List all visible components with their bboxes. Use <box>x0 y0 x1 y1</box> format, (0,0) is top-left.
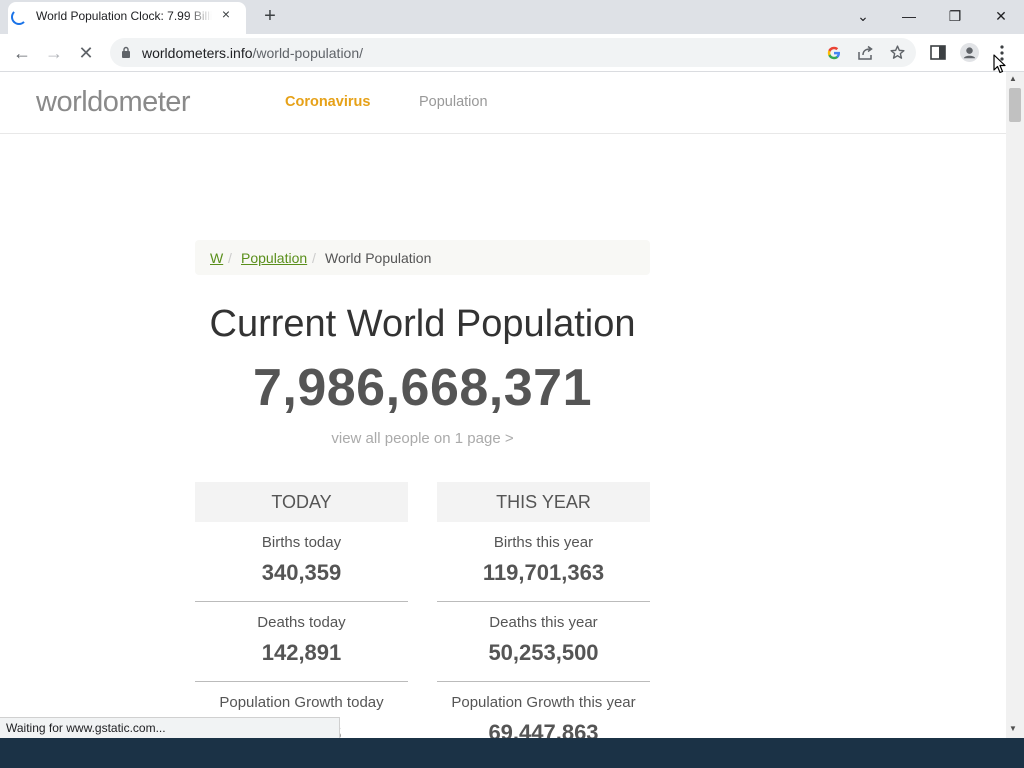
births-today-value: 340,359 <box>261 560 342 585</box>
url-path: /world-population/ <box>252 45 364 61</box>
deaths-this-year-label: Deaths this year <box>489 614 598 631</box>
nav-population-link[interactable]: Population <box>419 94 488 110</box>
forward-button[interactable]: → <box>42 41 66 65</box>
tab-close-icon[interactable]: × <box>218 6 234 22</box>
google-lens-icon[interactable] <box>826 45 842 61</box>
divider <box>195 601 408 602</box>
breadcrumb-population-link[interactable]: Population <box>241 249 307 267</box>
divider <box>437 601 650 602</box>
births-this-year-value: 119,701,363 <box>482 560 605 585</box>
restore-button[interactable]: ❐ <box>932 0 978 32</box>
page-scrollbar[interactable] <box>1006 72 1024 738</box>
this-year-header: THIS YEAR <box>437 482 650 522</box>
scrollbar-thumb[interactable] <box>1009 88 1021 122</box>
scroll-down-arrow-icon[interactable]: ▼ <box>1009 724 1017 733</box>
lock-icon[interactable] <box>121 46 131 58</box>
today-header: TODAY <box>195 482 408 522</box>
births-today-label: Births today <box>261 534 342 551</box>
logo-text-end: meter <box>118 86 191 118</box>
profile-avatar-icon[interactable] <box>960 43 979 62</box>
close-window-button[interactable]: ✕ <box>978 0 1024 32</box>
share-icon[interactable] <box>857 45 874 61</box>
url-host: worldometers.info <box>142 45 253 61</box>
mouse-cursor-icon <box>993 54 1006 74</box>
logo-text-start: worldo <box>36 86 119 118</box>
page-title: Current World Population <box>209 303 636 345</box>
stop-loading-button[interactable]: ✕ <box>74 41 98 65</box>
breadcrumb-home-link[interactable]: W <box>210 249 223 267</box>
breadcrumb-current: World Population <box>325 250 432 266</box>
divider <box>437 681 650 682</box>
deaths-today-label: Deaths today <box>257 614 346 631</box>
deaths-this-year-value: 50,253,500 <box>488 640 599 665</box>
view-all-people-link[interactable]: view all people on 1 page > <box>195 430 650 447</box>
deaths-today-value: 142,891 <box>261 640 342 665</box>
breadcrumb-separator: / <box>312 250 316 266</box>
back-button[interactable]: ← <box>10 41 34 65</box>
minimize-button[interactable]: — <box>886 0 932 32</box>
tab-title: World Population Clock: 7.99 Billion Peo… <box>36 9 212 23</box>
url-text[interactable]: worldometers.info/world-population/ <box>142 44 363 62</box>
growth-this-year-label: Population Growth this year <box>451 694 636 711</box>
growth-today-label: Population Growth today <box>219 694 384 711</box>
scroll-up-arrow-icon[interactable]: ▲ <box>1009 74 1017 83</box>
nav-coronavirus-link[interactable]: Coronavirus <box>285 94 370 110</box>
bookmark-star-icon[interactable] <box>889 44 906 61</box>
divider <box>195 681 408 682</box>
tab-search-button[interactable]: ⌄ <box>840 0 886 32</box>
population-counter: 7,986,668,371 <box>252 359 593 417</box>
loading-spinner-icon <box>11 9 27 25</box>
new-tab-button[interactable]: + <box>258 4 282 28</box>
births-this-year-label: Births this year <box>493 534 594 551</box>
site-logo[interactable]: worldometer <box>36 86 191 119</box>
breadcrumb-separator: / <box>228 250 232 266</box>
os-taskbar <box>0 738 1024 768</box>
side-panel-icon[interactable] <box>930 45 946 60</box>
status-bar: Waiting for www.gstatic.com... <box>0 717 340 738</box>
